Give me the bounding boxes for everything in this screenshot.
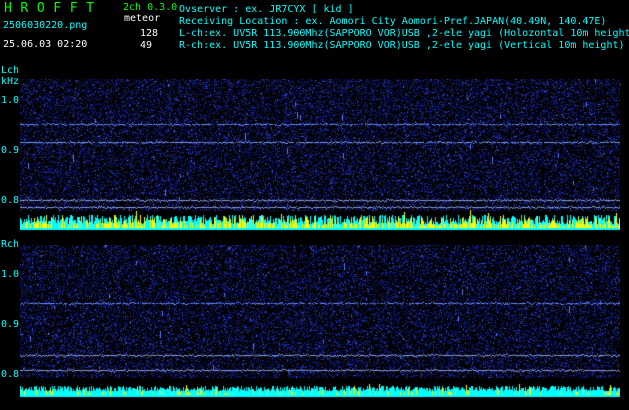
rch-ytick-0-9: 0.9: [1, 319, 20, 330]
rch-label: Rch: [1, 239, 20, 250]
filename-label: 2506030220.png: [3, 20, 88, 31]
count-a-label: 128: [140, 28, 159, 39]
rch-spectrogram-canvas: [20, 245, 620, 398]
location-info: Receiving Location : ex. Aomori City Aom…: [179, 16, 607, 27]
lch-info: L-ch:ex. UV5R 113.900Mhz(SAPPORO VOR)USB…: [179, 28, 629, 39]
app-title: HROFFT: [4, 1, 103, 16]
khz-unit-label: kHz: [1, 76, 20, 87]
rch-ytick-0-8: 0.8: [1, 369, 20, 380]
lch-spectrogram-canvas: [20, 79, 620, 231]
rch-ytick-1-0: 1.0: [1, 269, 20, 280]
observer-info: Ovserver : ex. JR7CYX [ kid ]: [179, 4, 354, 15]
lch-ytick-0-8: 0.8: [1, 195, 20, 206]
datetime-label: 25.06.03 02:20: [3, 39, 88, 50]
rch-info: R-ch:ex. UV5R 113.900Mhz(SAPPORO VOR)USB…: [179, 40, 625, 51]
count-b-label: 49: [140, 40, 153, 51]
lch-spectrogram: [20, 79, 620, 231]
rch-spectrogram: [20, 245, 620, 398]
mode-label: meteor: [124, 13, 161, 24]
lch-label: Lch: [1, 65, 20, 76]
lch-ytick-1-0: 1.0: [1, 95, 20, 106]
version-label: 2ch 0.3.0: [123, 2, 178, 13]
lch-ytick-0-9: 0.9: [1, 145, 20, 156]
